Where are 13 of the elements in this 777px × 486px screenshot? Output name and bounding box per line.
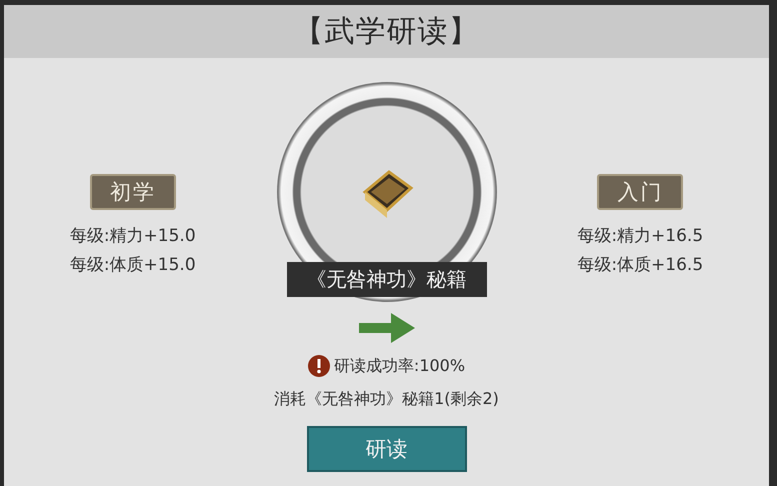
item-name-label: 《无咎神功》秘籍 — [286, 262, 486, 297]
dialog-title: 【武学研读】 — [294, 13, 480, 51]
stat-text: 每级:体质+16.5 — [577, 254, 704, 277]
stat-text: 每级:体质+15.0 — [70, 254, 196, 277]
warning-icon — [308, 355, 330, 377]
stat-text: 每级:精力+16.5 — [577, 225, 704, 248]
cost-text: 消耗《无咎神功》秘籍1(剩余2) — [274, 389, 499, 410]
rank-badge: 初学 — [90, 174, 176, 210]
rank-badge: 入门 — [597, 174, 684, 210]
success-rate-text: 研读成功率:100% — [334, 356, 466, 376]
arrow-icon — [356, 311, 416, 345]
study-button[interactable]: 研读 — [306, 426, 466, 472]
stat-text: 每级:精力+15.0 — [70, 225, 196, 248]
